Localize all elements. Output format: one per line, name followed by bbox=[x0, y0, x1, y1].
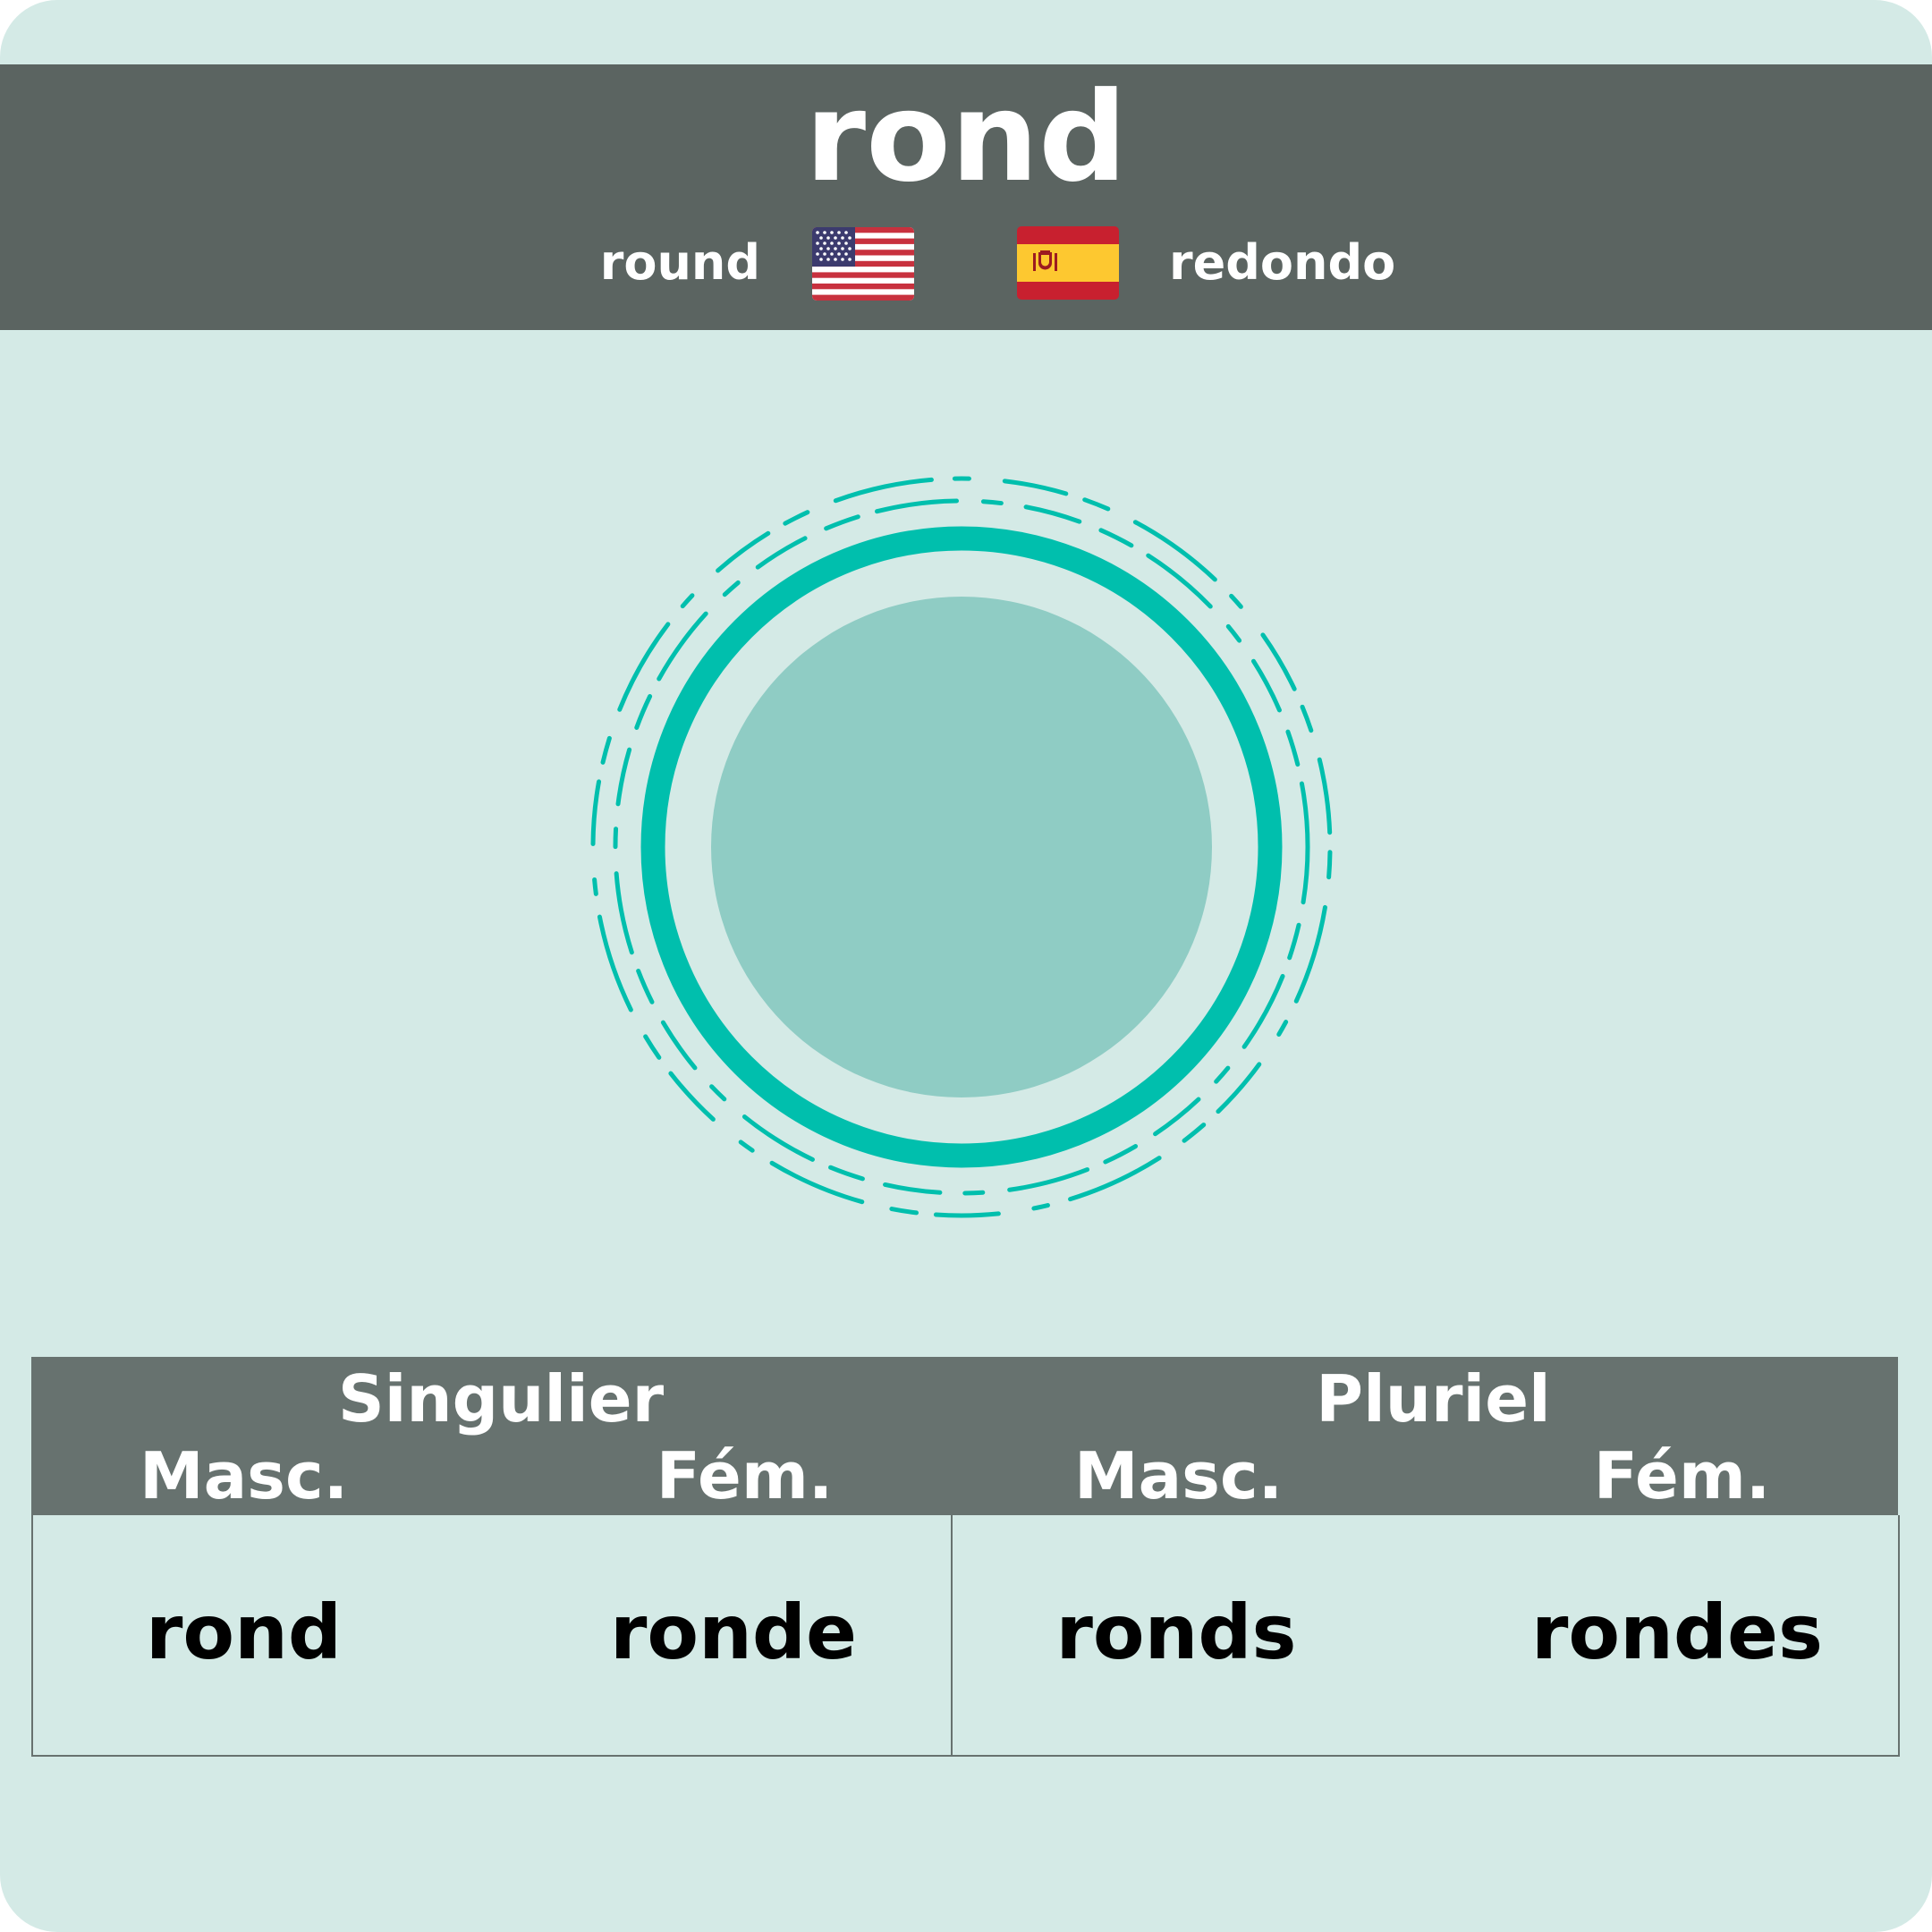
plural-fem-header: Fém. bbox=[1593, 1438, 1771, 1513]
vocab-card: rond round redondo Singulier Pluriel Mas… bbox=[0, 0, 1932, 1932]
table-divider bbox=[951, 1515, 953, 1755]
plural-masc-header: Masc. bbox=[1073, 1438, 1284, 1513]
singular-masc-form: rond bbox=[145, 1589, 343, 1676]
singular-header: Singulier bbox=[337, 1361, 665, 1436]
plural-header: Pluriel bbox=[1316, 1361, 1551, 1436]
singular-masc-header: Masc. bbox=[139, 1438, 349, 1513]
plural-masc-form: ronds bbox=[1055, 1589, 1297, 1676]
plural-fem-form: rondes bbox=[1530, 1589, 1824, 1676]
singular-fem-form: ronde bbox=[609, 1589, 858, 1676]
singular-fem-header: Fém. bbox=[656, 1438, 834, 1513]
